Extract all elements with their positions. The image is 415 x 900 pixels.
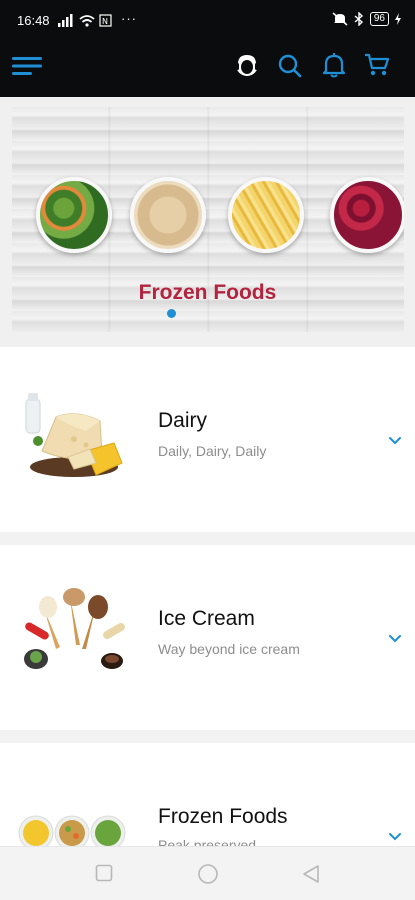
- cart-icon[interactable]: [364, 53, 390, 82]
- category-subtitle: Daily, Dairy, Daily: [158, 443, 267, 459]
- system-nav-bar: [0, 846, 415, 900]
- berries-bowl-image: [330, 177, 404, 253]
- broccoli-bowl-image: [36, 177, 112, 253]
- status-right: 96: [332, 12, 401, 26]
- category-title: Ice Cream: [158, 607, 255, 630]
- circle-icon[interactable]: [197, 863, 219, 890]
- category-title: Frozen Foods: [158, 805, 288, 828]
- battery-level: 96: [369, 12, 389, 26]
- promo-banner[interactable]: Frozen Foods: [0, 97, 415, 347]
- mute-icon: [332, 12, 348, 26]
- chevron-down-icon[interactable]: [388, 829, 402, 847]
- charging-icon: [395, 13, 401, 25]
- category-card-ice-cream[interactable]: Ice Cream Way beyond ice cream: [0, 545, 415, 730]
- fries-bowl-image: [228, 177, 304, 253]
- banner-title: Frozen Foods: [138, 281, 277, 304]
- square-icon[interactable]: [95, 864, 113, 887]
- category-title: Dairy: [158, 409, 208, 432]
- bluetooth-icon: [354, 12, 363, 26]
- chevron-down-icon[interactable]: [388, 631, 402, 649]
- bell-icon[interactable]: [322, 52, 346, 83]
- dairy-image: [16, 391, 130, 491]
- top-header: 16:48 N ··· 96: [0, 0, 415, 97]
- status-bar: 16:48 N ··· 96: [0, 0, 415, 40]
- flatbread-bowl-image: [130, 177, 206, 253]
- category-subtitle: Way beyond ice cream: [158, 641, 300, 657]
- ice-cream-image: [16, 587, 130, 687]
- svg-text:N: N: [102, 17, 108, 26]
- support-agent-icon[interactable]: [234, 52, 260, 85]
- carousel-indicator-dot[interactable]: [167, 309, 176, 318]
- chevron-down-icon[interactable]: [388, 433, 402, 451]
- menu-icon[interactable]: [12, 56, 44, 81]
- app-bar: [0, 40, 415, 97]
- triangle-back-icon[interactable]: [302, 864, 320, 889]
- status-time: 16:48: [17, 13, 50, 28]
- category-card-dairy[interactable]: Dairy Daily, Dairy, Daily: [0, 347, 415, 532]
- search-icon[interactable]: [278, 54, 302, 83]
- more-status-dots: ···: [121, 11, 137, 26]
- signal-wifi-icon: N: [58, 14, 114, 31]
